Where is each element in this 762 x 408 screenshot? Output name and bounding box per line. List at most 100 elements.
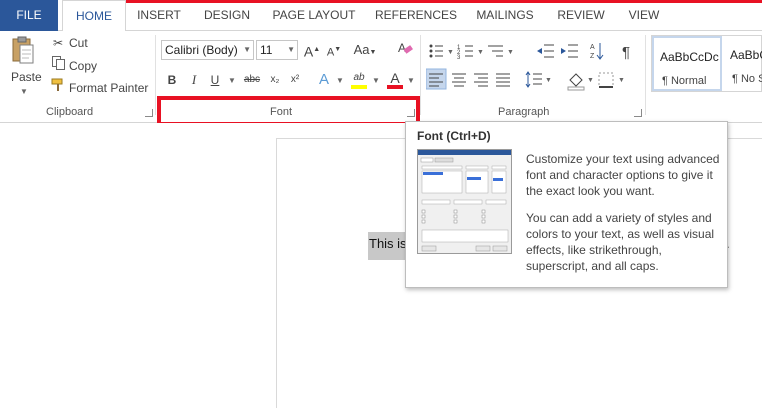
tab-home[interactable]: HOME [62,0,126,32]
eraser-icon: A [398,41,413,55]
bullets-icon[interactable]: ▼ [429,44,454,58]
tab-insert[interactable]: INSERT [128,0,190,31]
font-dialog-preview-image [417,149,512,254]
tooltip-title: Font (Ctrl+D) [417,129,491,143]
superscript-button[interactable]: x² [285,70,305,90]
tab-file[interactable]: FILE [0,0,58,31]
svg-text:A: A [590,44,595,51]
svg-text:▼: ▼ [447,49,454,56]
bold-button[interactable]: B [162,70,182,90]
chevron-down-icon: ▼ [243,45,251,54]
scissors-icon: ✂ [52,36,64,50]
paste-dropdown-icon[interactable]: ▼ [20,87,28,96]
cut-label: Cut [69,36,88,50]
font-name-combo[interactable]: Calibri (Body) ▼ [161,40,254,60]
format-painter-label: Format Painter [69,81,149,95]
svg-text:▼: ▼ [545,77,552,84]
font-dialog-tooltip: Font (Ctrl+D) Customize your text using … [405,121,728,288]
copy-label: Copy [69,59,98,73]
paintbrush-icon [50,78,66,98]
style-name: ¶ No Spac [732,73,762,85]
font-color-dropdown-icon[interactable]: ▼ [407,76,415,85]
shading-icon[interactable]: ▼ [567,73,594,91]
paste-icon[interactable] [12,36,34,64]
align-right-icon[interactable] [474,73,488,87]
grow-font-button[interactable]: A▲ [302,40,322,60]
numbering-icon[interactable]: 1 2 3 ▼ [457,45,484,61]
style-sample: AaBbCcDc [660,50,719,64]
font-dialog-thumbnail-icon [418,150,511,252]
tab-references[interactable]: REFERENCES [372,0,460,31]
styles-gallery: AaBbCcDc ¶ Normal AaBbCcDc ¶ No Spac [651,35,762,92]
text-effects-button[interactable]: A [314,70,334,90]
italic-button[interactable]: I [184,70,204,90]
borders-icon[interactable]: ▼ [598,72,625,88]
strikethrough-button[interactable]: abc [241,70,263,90]
underline-button[interactable]: U [205,70,225,90]
tab-design[interactable]: DESIGN [194,0,260,31]
style-sample: AaBbCcDc [730,48,762,62]
highlighter-icon: ab [353,72,365,83]
justify-icon[interactable] [496,73,510,87]
highlight-dropdown-icon[interactable]: ▼ [372,76,380,85]
style-normal[interactable]: AaBbCcDc ¶ Normal [652,36,722,91]
tab-review[interactable]: REVIEW [550,0,612,31]
cut-button[interactable]: ✂ Cut [50,33,88,53]
ribbon-tabs: FILE HOME INSERT DESIGN PAGE LAYOUT REFE… [0,0,762,32]
decrease-indent-icon[interactable] [537,44,554,58]
change-case-button[interactable]: Aa▼ [352,40,378,60]
svg-text:▼: ▼ [587,77,594,84]
change-case-icon: Aa [353,42,370,57]
font-size-combo[interactable]: 11 ▼ [256,40,298,60]
font-color-swatch [387,85,403,89]
tab-view[interactable]: VIEW [620,0,668,31]
svg-text:3: 3 [457,55,461,61]
copy-button[interactable]: Copy [50,56,97,76]
copy-icon [50,56,66,76]
grow-font-icon: A [303,43,314,60]
paste-button-label[interactable]: Paste [11,70,42,84]
tooltip-description-2: You can add a variety of styles and colo… [526,211,715,273]
text-effects-icon: A [318,71,329,88]
chevron-down-icon: ▼ [287,45,295,54]
clipboard-group-label: Clipboard [46,106,94,118]
tab-page-layout[interactable]: PAGE LAYOUT [266,0,362,31]
svg-text:¶: ¶ [622,44,630,61]
font-name-value: Calibri (Body) [165,43,238,57]
increase-indent-icon[interactable] [561,44,578,58]
line-spacing-icon[interactable]: ▼ [525,71,552,88]
show-hide-formatting-icon[interactable]: ¶ [622,44,630,61]
highlight-button[interactable]: ab [349,68,369,89]
tooltip-description-1: Customize your text using advanced font … [526,152,720,198]
align-center-icon[interactable] [452,73,466,87]
svg-text:Z: Z [590,53,595,60]
format-painter-button[interactable]: Format Painter [50,78,148,98]
font-size-value: 11 [260,43,273,57]
style-name: ¶ Normal [662,75,707,87]
font-group-highlight-box [157,96,420,126]
highlight-color-swatch [351,85,367,89]
clear-formatting-button[interactable]: A [395,40,415,60]
selected-text[interactable]: This is [368,232,408,260]
sort-icon[interactable]: AZ [590,43,604,60]
group-separator [155,35,156,115]
text-effects-dropdown-icon[interactable]: ▼ [336,76,344,85]
clipboard-launcher-icon[interactable] [145,109,153,117]
paragraph-group-label: Paragraph [498,106,550,118]
multilevel-list-icon[interactable]: ▼ [488,45,514,57]
svg-text:▼: ▼ [477,49,484,56]
font-color-icon: A [390,70,400,86]
style-no-spacing[interactable]: AaBbCcDc ¶ No Spac [724,36,762,91]
svg-text:▼: ▼ [618,77,625,84]
tab-mailings[interactable]: MAILINGS [468,0,542,31]
subscript-button[interactable]: x₂ [265,70,285,90]
paragraph-launcher-icon[interactable] [634,109,642,117]
underline-dropdown-icon[interactable]: ▼ [228,76,236,85]
paragraph-controls: ▼ 1 2 3 ▼ ▼ AZ ¶ ▼ ▼ ▼ [426,43,630,91]
svg-text:A: A [398,41,406,55]
font-color-button[interactable]: A [385,68,405,89]
group-separator [645,35,646,115]
shrink-font-button[interactable]: A▼ [324,40,344,60]
group-separator [420,35,421,115]
svg-text:▼: ▼ [507,49,514,56]
